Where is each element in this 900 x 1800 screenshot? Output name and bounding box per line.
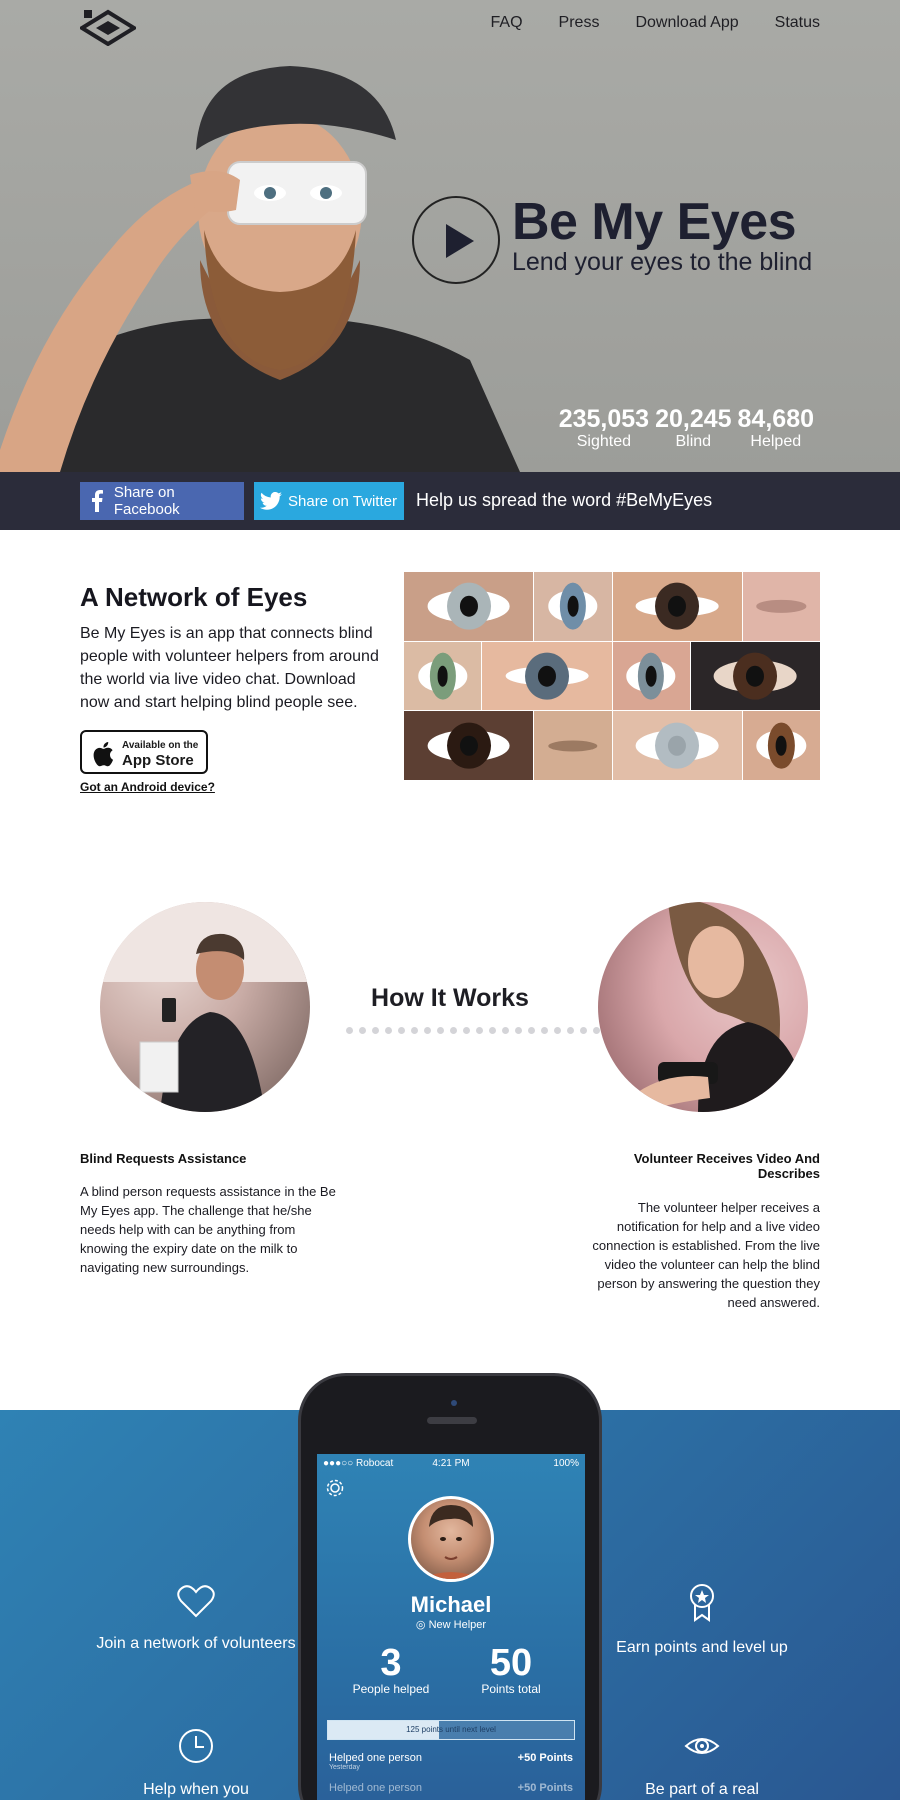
stat-value: 84,680 xyxy=(737,405,814,433)
eye-photo xyxy=(404,572,534,641)
nav-status[interactable]: Status xyxy=(775,14,820,32)
user-level-label: New Helper xyxy=(428,1619,487,1631)
stat-label: Sighted xyxy=(576,433,631,450)
hero-section: FAQ Press Download App Status Be My Eyes… xyxy=(0,0,900,472)
history-points: +50 Points xyxy=(517,1782,573,1794)
history-date: Yesterday xyxy=(329,1764,360,1771)
points-label: Points total xyxy=(481,1682,541,1696)
feature-help-label: Help when you xyxy=(143,1781,249,1798)
eye-photo xyxy=(612,572,742,641)
eye-photo xyxy=(534,572,612,641)
people-helped-value: 3 xyxy=(380,1642,402,1684)
app-store-button[interactable]: Available on the App Store xyxy=(80,730,208,774)
phone-speaker xyxy=(427,1417,477,1424)
how-it-works-divider xyxy=(346,1027,613,1034)
history-item: Helped one person +50 Points xyxy=(329,1782,573,1800)
history-label: Helped one person xyxy=(329,1752,422,1764)
feature-earn-points: Earn points and level up xyxy=(602,1584,802,1659)
android-link[interactable]: Got an Android device? xyxy=(80,780,215,794)
play-video-button[interactable] xyxy=(412,196,500,284)
phone-mockup: ●●●○○ Robocat 4:21 PM 100% Michael ◎ New… xyxy=(298,1373,602,1800)
stat-value: 235,053 xyxy=(558,405,650,433)
history-points: +50 Points xyxy=(517,1752,573,1764)
feature-help-when: Help when you xyxy=(96,1728,296,1800)
eye-icon xyxy=(684,1738,720,1754)
stats-row: 235,053 Sighted 20,245 Blind 84,680 Help… xyxy=(559,406,814,452)
stat-label: Helped xyxy=(750,433,802,450)
stat-helped: 84,680 Helped xyxy=(738,406,814,452)
phone-screen: ●●●○○ Robocat 4:21 PM 100% Michael ◎ New… xyxy=(317,1454,585,1800)
stat-blind: 20,245 Blind xyxy=(655,406,731,452)
app-store-big-label: App Store xyxy=(122,752,194,769)
stat-label: Blind xyxy=(675,433,712,450)
gear-icon[interactable] xyxy=(325,1478,345,1498)
eye-photo xyxy=(404,641,482,711)
share-bar: Share on Facebook Share on Twitter Help … xyxy=(0,472,900,530)
time-label: 4:21 PM xyxy=(432,1458,470,1469)
step-blind-description: A blind person requests assistance in th… xyxy=(80,1184,336,1275)
feature-join-label: Join a network of volunteers xyxy=(96,1635,296,1652)
share-facebook-button[interactable]: Share on Facebook xyxy=(80,482,244,520)
eye-photo xyxy=(404,711,534,780)
eye-photo xyxy=(534,711,612,780)
play-icon xyxy=(446,224,474,258)
share-message: Help us spread the word #BeMyEyes xyxy=(416,490,713,510)
battery-label: 100% xyxy=(553,1458,579,1469)
feature-part-label: Be part of a real xyxy=(645,1781,759,1798)
stat-value: 20,245 xyxy=(655,405,732,433)
eye-photo xyxy=(690,641,820,711)
points-counter: 50 Points total xyxy=(461,1644,561,1696)
people-helped-counter: 3 People helped xyxy=(341,1644,441,1696)
eye-photo xyxy=(742,711,820,780)
network-description: Be My Eyes is an app that connects blind… xyxy=(80,625,379,711)
feature-earn-label: Earn points and level up xyxy=(616,1639,788,1656)
app-store-small-label: Available on the xyxy=(122,740,199,751)
level-progress-text: 125 points until next level xyxy=(406,1725,496,1734)
eye-photo xyxy=(482,641,612,711)
facebook-icon xyxy=(80,482,114,520)
twitter-icon xyxy=(254,482,288,520)
stat-sighted: 235,053 Sighted xyxy=(559,406,649,452)
people-helped-label: People helped xyxy=(352,1682,430,1696)
eye-photo xyxy=(742,572,820,641)
avatar xyxy=(408,1496,494,1582)
level-progress-bar: 125 points until next level xyxy=(327,1720,575,1740)
nav-press[interactable]: Press xyxy=(559,14,600,32)
nav-download-app[interactable]: Download App xyxy=(635,14,738,32)
share-twitter-button[interactable]: Share on Twitter xyxy=(254,482,404,520)
hero-title: Be My Eyes xyxy=(512,193,797,251)
feature-be-part: Be part of a real xyxy=(602,1728,802,1800)
history-item: Helped one person Yesterday +50 Points xyxy=(329,1752,573,1778)
heart-icon xyxy=(177,1585,215,1618)
volunteer-photo xyxy=(598,902,808,1112)
eye-photo xyxy=(612,641,690,711)
points-value: 50 xyxy=(489,1642,533,1684)
phone-camera xyxy=(451,1400,457,1406)
history-label: Helped one person xyxy=(329,1782,422,1794)
share-twitter-label: Share on Twitter xyxy=(288,492,397,510)
user-level: ◎ New Helper xyxy=(317,1618,585,1631)
step-volunteer-description: The volunteer helper receives a notifica… xyxy=(592,1200,820,1310)
small-eye-icon: ◎ xyxy=(415,1619,426,1631)
clock-icon xyxy=(179,1729,213,1763)
feature-join-network: Join a network of volunteers xyxy=(96,1584,296,1655)
apple-icon xyxy=(93,742,114,767)
phone-status-bar: ●●●○○ Robocat 4:21 PM 100% xyxy=(317,1454,585,1472)
user-name: Michael xyxy=(410,1592,492,1617)
network-title: A Network of Eyes xyxy=(80,582,308,612)
eyes-photo-grid xyxy=(404,572,820,780)
hero-subtitle: Lend your eyes to the blind xyxy=(512,248,813,276)
step-blind-title: Blind Requests Assistance xyxy=(80,1151,247,1166)
share-facebook-label: Share on Facebook xyxy=(113,484,180,518)
award-icon xyxy=(690,1584,714,1622)
step-volunteer-title: Volunteer Receives Video And Describes xyxy=(633,1151,820,1181)
eye-photo xyxy=(612,711,742,780)
